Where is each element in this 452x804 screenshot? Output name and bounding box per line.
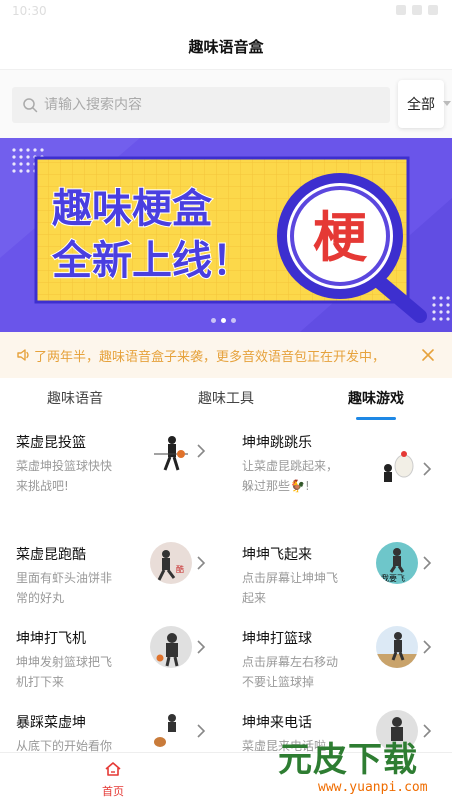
game-desc: 点击屏幕左右移动不要让篮球掉	[242, 655, 339, 689]
banner-dot-active[interactable]	[221, 318, 226, 323]
plane-shooter-thumb	[150, 626, 192, 668]
page-title: 趣味语音盒	[0, 24, 452, 70]
chevron-right-icon	[197, 556, 206, 570]
chicken-jump-thumb	[376, 446, 418, 488]
chevron-right-icon	[423, 462, 432, 476]
banner-art: 梗 趣味梗盒 全新上线！	[0, 138, 452, 332]
game-item[interactable]: 菜虚昆投篮 菜虚坤投篮球快快来挑战吧!	[0, 424, 226, 508]
banner-dot[interactable]	[231, 318, 236, 323]
game-title: 坤坤打篮球	[242, 631, 312, 647]
chevron-right-icon	[423, 556, 432, 570]
site-watermark: 元皮下载 www.yuanpi.com	[278, 730, 448, 800]
game-item[interactable]: 坤坤打飞机 坤坤发射篮球把飞机打下来	[0, 620, 226, 704]
basketball-catch-thumb	[376, 626, 418, 668]
game-desc: 让菜虚昆跳起来，躲过那些🐓!	[242, 459, 339, 493]
notice-text: 了两年半，趣味语音盒子来袭，更多音效语音包正在开发中，	[34, 350, 386, 365]
runner-figure: 酷	[157, 550, 184, 581]
active-tab-indicator	[356, 417, 396, 420]
stomp-thumb	[150, 710, 192, 752]
game-item[interactable]: 坤坤打篮球 点击屏幕左右移动不要让篮球掉	[226, 620, 452, 704]
wifi-icon	[396, 5, 406, 15]
game-item[interactable]: 坤坤飞起来 点击屏幕让坤坤飞起来 我要飞	[226, 536, 452, 620]
game-title: 坤坤跳跳乐	[242, 435, 312, 451]
game-title: 菜虚昆投篮	[16, 435, 86, 451]
signal-icon	[412, 5, 422, 15]
chevron-right-icon	[197, 640, 206, 654]
chevron-right-icon	[197, 444, 206, 458]
game-title: 坤坤来电话	[242, 715, 312, 731]
game-desc: 菜虚坤投篮球快快来挑战吧!	[16, 459, 113, 493]
banner-line1: 趣味梗盒	[52, 186, 213, 232]
thumb-caption: 我要飞	[381, 573, 405, 583]
status-icons	[396, 5, 438, 15]
thumb-caption: 酷	[176, 564, 184, 574]
game-title: 坤坤打飞机	[16, 631, 86, 647]
watermark-brand: 元皮下载	[278, 740, 418, 780]
caret-down-icon	[443, 101, 451, 106]
search-icon	[23, 98, 38, 113]
search-input[interactable]	[44, 97, 364, 113]
tab-fun-voice[interactable]: 趣味语音	[47, 388, 103, 408]
game-desc: 里面有虾头油饼非常的好丸	[16, 571, 113, 605]
nav-home[interactable]: 首页	[96, 761, 130, 799]
game-item[interactable]: 坤坤跳跳乐 让菜虚昆跳起来，躲过那些🐓!	[226, 424, 452, 508]
home-icon	[105, 762, 121, 776]
promo-banner[interactable]: 梗 趣味梗盒 全新上线！	[0, 138, 452, 332]
game-item[interactable]: 菜虚昆跑酷 里面有虾头油饼非常的好丸 酷	[0, 536, 226, 620]
parkour-thumb: 酷	[150, 542, 192, 584]
tab-fun-games[interactable]: 趣味游戏	[348, 388, 404, 408]
nav-home-label: 首页	[102, 785, 124, 798]
status-bar: 10:30	[0, 0, 452, 24]
banner-pagination	[211, 318, 236, 323]
status-time: 10:30	[12, 4, 47, 18]
banner-badge: 梗	[313, 206, 368, 269]
chevron-right-icon	[197, 724, 206, 738]
search-box[interactable]	[12, 87, 390, 123]
watermark-url: www.yuanpi.com	[318, 780, 428, 795]
search-scope-label: 全部	[407, 97, 435, 113]
notice-bar: 了两年半，趣味语音盒子来袭，更多音效语音包正在开发中，	[0, 332, 452, 378]
banner-dot[interactable]	[211, 318, 216, 323]
game-desc: 点击屏幕让坤坤飞起来	[242, 571, 339, 605]
banner-line2: 全新上线！	[51, 238, 252, 284]
category-tabs: 趣味语音 趣味工具 趣味游戏	[0, 378, 452, 420]
game-title: 菜虚昆跑酷	[16, 547, 86, 563]
search-scope-dropdown[interactable]: 全部	[398, 80, 451, 128]
battery-icon	[428, 5, 438, 15]
tab-fun-tools[interactable]: 趣味工具	[198, 388, 254, 408]
chevron-right-icon	[423, 640, 432, 654]
game-title: 坤坤飞起来	[242, 547, 312, 563]
speaker-icon	[17, 349, 29, 361]
catcher-figure	[376, 632, 418, 668]
game-desc: 坤坤发射篮球把飞机打下来	[16, 655, 113, 689]
flyer-figure: 我要飞	[381, 548, 405, 583]
basketball-shot-thumb	[150, 432, 192, 474]
fly-thumb: 我要飞	[376, 542, 418, 584]
search-row: 全部	[0, 70, 452, 138]
game-title: 暴踩菜虚坤	[16, 715, 86, 731]
close-icon[interactable]	[420, 347, 436, 363]
player-figure	[156, 633, 179, 667]
